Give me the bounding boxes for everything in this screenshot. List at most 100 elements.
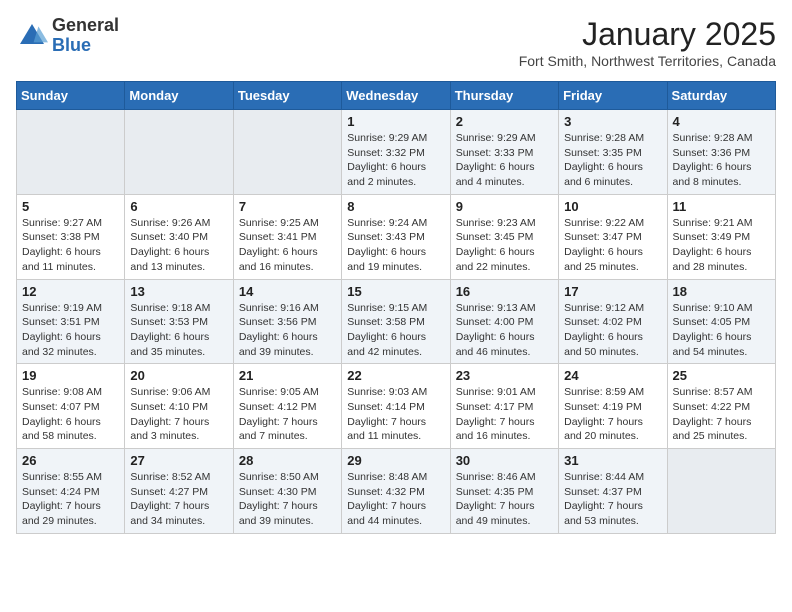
- calendar-day-cell: 18 Sunrise: 9:10 AM Sunset: 4:05 PM Dayli…: [667, 279, 775, 364]
- day-info: Sunrise: 9:06 AM Sunset: 4:10 PM Dayligh…: [130, 385, 227, 444]
- day-info: Sunrise: 9:03 AM Sunset: 4:14 PM Dayligh…: [347, 385, 444, 444]
- day-number: 25: [673, 368, 770, 383]
- day-number: 22: [347, 368, 444, 383]
- day-number: 29: [347, 453, 444, 468]
- calendar-day-cell: 27 Sunrise: 8:52 AM Sunset: 4:27 PM Dayli…: [125, 449, 233, 534]
- day-number: 28: [239, 453, 336, 468]
- day-info: Sunrise: 9:26 AM Sunset: 3:40 PM Dayligh…: [130, 216, 227, 275]
- calendar-day-cell: 22 Sunrise: 9:03 AM Sunset: 4:14 PM Dayli…: [342, 364, 450, 449]
- calendar-day-cell: 20 Sunrise: 9:06 AM Sunset: 4:10 PM Dayli…: [125, 364, 233, 449]
- page-header: General Blue January 2025 Fort Smith, No…: [16, 16, 776, 69]
- day-info: Sunrise: 9:12 AM Sunset: 4:02 PM Dayligh…: [564, 301, 661, 360]
- day-info: Sunrise: 8:46 AM Sunset: 4:35 PM Dayligh…: [456, 470, 553, 529]
- calendar-day-cell: 24 Sunrise: 8:59 AM Sunset: 4:19 PM Dayli…: [559, 364, 667, 449]
- day-info: Sunrise: 9:15 AM Sunset: 3:58 PM Dayligh…: [347, 301, 444, 360]
- calendar-day-cell: 12 Sunrise: 9:19 AM Sunset: 3:51 PM Dayli…: [17, 279, 125, 364]
- day-info: Sunrise: 9:28 AM Sunset: 3:35 PM Dayligh…: [564, 131, 661, 190]
- calendar-day-cell: 16 Sunrise: 9:13 AM Sunset: 4:00 PM Dayli…: [450, 279, 558, 364]
- logo-text: General Blue: [52, 16, 119, 56]
- day-number: 11: [673, 199, 770, 214]
- day-info: Sunrise: 9:29 AM Sunset: 3:32 PM Dayligh…: [347, 131, 444, 190]
- logo-icon: [16, 20, 48, 52]
- day-info: Sunrise: 8:55 AM Sunset: 4:24 PM Dayligh…: [22, 470, 119, 529]
- day-number: 6: [130, 199, 227, 214]
- day-info: Sunrise: 9:08 AM Sunset: 4:07 PM Dayligh…: [22, 385, 119, 444]
- calendar-week-4: 19Sunrise: 9:08 AM Sunset: 4:07 PM Dayli…: [17, 364, 776, 449]
- calendar-day-cell: 11 Sunrise: 9:21 AM Sunset: 3:49 PM Dayli…: [667, 194, 775, 279]
- calendar-week-1: 1 Sunrise: 9:29 AM Sunset: 3:32 PM Daylig…: [17, 110, 776, 195]
- weekday-header-wednesday: Wednesday: [342, 82, 450, 110]
- day-info: Sunrise: 9:28 AM Sunset: 3:36 PM Dayligh…: [673, 131, 770, 190]
- day-number: 17: [564, 284, 661, 299]
- calendar-day-cell: [17, 110, 125, 195]
- weekday-header-friday: Friday: [559, 82, 667, 110]
- day-number: 9: [456, 199, 553, 214]
- day-info: Sunrise: 9:21 AM Sunset: 3:49 PM Dayligh…: [673, 216, 770, 275]
- day-number: 27: [130, 453, 227, 468]
- weekday-header-thursday: Thursday: [450, 82, 558, 110]
- day-number: 30: [456, 453, 553, 468]
- calendar-day-cell: 29 Sunrise: 8:48 AM Sunset: 4:32 PM Dayli…: [342, 449, 450, 534]
- day-number: 24: [564, 368, 661, 383]
- title-area: January 2025 Fort Smith, Northwest Terri…: [519, 16, 776, 69]
- logo-blue: Blue: [52, 36, 119, 56]
- day-number: 26: [22, 453, 119, 468]
- calendar-day-cell: 1 Sunrise: 9:29 AM Sunset: 3:32 PM Daylig…: [342, 110, 450, 195]
- calendar-day-cell: 26 Sunrise: 8:55 AM Sunset: 4:24 PM Dayli…: [17, 449, 125, 534]
- day-info: Sunrise: 9:10 AM Sunset: 4:05 PM Dayligh…: [673, 301, 770, 360]
- calendar-day-cell: 15 Sunrise: 9:15 AM Sunset: 3:58 PM Dayli…: [342, 279, 450, 364]
- weekday-header-monday: Monday: [125, 82, 233, 110]
- location-title: Fort Smith, Northwest Territories, Canad…: [519, 53, 776, 69]
- day-info: Sunrise: 8:57 AM Sunset: 4:22 PM Dayligh…: [673, 385, 770, 444]
- calendar-day-cell: 13 Sunrise: 9:18 AM Sunset: 3:53 PM Dayli…: [125, 279, 233, 364]
- day-number: 20: [130, 368, 227, 383]
- day-info: Sunrise: 9:29 AM Sunset: 3:33 PM Dayligh…: [456, 131, 553, 190]
- day-info: Sunrise: 9:19 AM Sunset: 3:51 PM Dayligh…: [22, 301, 119, 360]
- day-info: Sunrise: 8:52 AM Sunset: 4:27 PM Dayligh…: [130, 470, 227, 529]
- day-info: Sunrise: 9:18 AM Sunset: 3:53 PM Dayligh…: [130, 301, 227, 360]
- calendar-day-cell: [667, 449, 775, 534]
- calendar-week-2: 5 Sunrise: 9:27 AM Sunset: 3:38 PM Daylig…: [17, 194, 776, 279]
- day-number: 1: [347, 114, 444, 129]
- calendar-day-cell: 3 Sunrise: 9:28 AM Sunset: 3:35 PM Daylig…: [559, 110, 667, 195]
- day-number: 16: [456, 284, 553, 299]
- calendar-day-cell: 14Sunrise: 9:16 AM Sunset: 3:56 PM Dayli…: [233, 279, 341, 364]
- calendar-day-cell: 6 Sunrise: 9:26 AM Sunset: 3:40 PM Daylig…: [125, 194, 233, 279]
- day-number: 15: [347, 284, 444, 299]
- calendar-day-cell: 4Sunrise: 9:28 AM Sunset: 3:36 PM Daylig…: [667, 110, 775, 195]
- calendar-week-5: 26 Sunrise: 8:55 AM Sunset: 4:24 PM Dayli…: [17, 449, 776, 534]
- day-number: 13: [130, 284, 227, 299]
- day-info: Sunrise: 8:44 AM Sunset: 4:37 PM Dayligh…: [564, 470, 661, 529]
- calendar-day-cell: 19Sunrise: 9:08 AM Sunset: 4:07 PM Dayli…: [17, 364, 125, 449]
- day-number: 5: [22, 199, 119, 214]
- day-info: Sunrise: 9:13 AM Sunset: 4:00 PM Dayligh…: [456, 301, 553, 360]
- calendar-day-cell: [125, 110, 233, 195]
- calendar-day-cell: 25 Sunrise: 8:57 AM Sunset: 4:22 PM Dayli…: [667, 364, 775, 449]
- calendar-week-3: 12 Sunrise: 9:19 AM Sunset: 3:51 PM Dayli…: [17, 279, 776, 364]
- calendar-table: SundayMondayTuesdayWednesdayThursdayFrid…: [16, 81, 776, 534]
- day-number: 8: [347, 199, 444, 214]
- day-number: 23: [456, 368, 553, 383]
- weekday-header-tuesday: Tuesday: [233, 82, 341, 110]
- calendar-day-cell: [233, 110, 341, 195]
- calendar-day-cell: 17 Sunrise: 9:12 AM Sunset: 4:02 PM Dayli…: [559, 279, 667, 364]
- weekday-header-sunday: Sunday: [17, 82, 125, 110]
- weekday-header-saturday: Saturday: [667, 82, 775, 110]
- day-info: Sunrise: 9:05 AM Sunset: 4:12 PM Dayligh…: [239, 385, 336, 444]
- day-number: 21: [239, 368, 336, 383]
- day-info: Sunrise: 8:48 AM Sunset: 4:32 PM Dayligh…: [347, 470, 444, 529]
- day-info: Sunrise: 8:59 AM Sunset: 4:19 PM Dayligh…: [564, 385, 661, 444]
- calendar-day-cell: 7Sunrise: 9:25 AM Sunset: 3:41 PM Daylig…: [233, 194, 341, 279]
- calendar-day-cell: 28Sunrise: 8:50 AM Sunset: 4:30 PM Dayli…: [233, 449, 341, 534]
- day-info: Sunrise: 9:24 AM Sunset: 3:43 PM Dayligh…: [347, 216, 444, 275]
- day-number: 18: [673, 284, 770, 299]
- day-info: Sunrise: 9:23 AM Sunset: 3:45 PM Dayligh…: [456, 216, 553, 275]
- calendar-day-cell: 5 Sunrise: 9:27 AM Sunset: 3:38 PM Daylig…: [17, 194, 125, 279]
- calendar-day-cell: 8 Sunrise: 9:24 AM Sunset: 3:43 PM Daylig…: [342, 194, 450, 279]
- day-number: 3: [564, 114, 661, 129]
- calendar-day-cell: 10Sunrise: 9:22 AM Sunset: 3:47 PM Dayli…: [559, 194, 667, 279]
- day-info: Sunrise: 9:27 AM Sunset: 3:38 PM Dayligh…: [22, 216, 119, 275]
- day-number: 31: [564, 453, 661, 468]
- calendar-day-cell: 2Sunrise: 9:29 AM Sunset: 3:33 PM Daylig…: [450, 110, 558, 195]
- day-number: 12: [22, 284, 119, 299]
